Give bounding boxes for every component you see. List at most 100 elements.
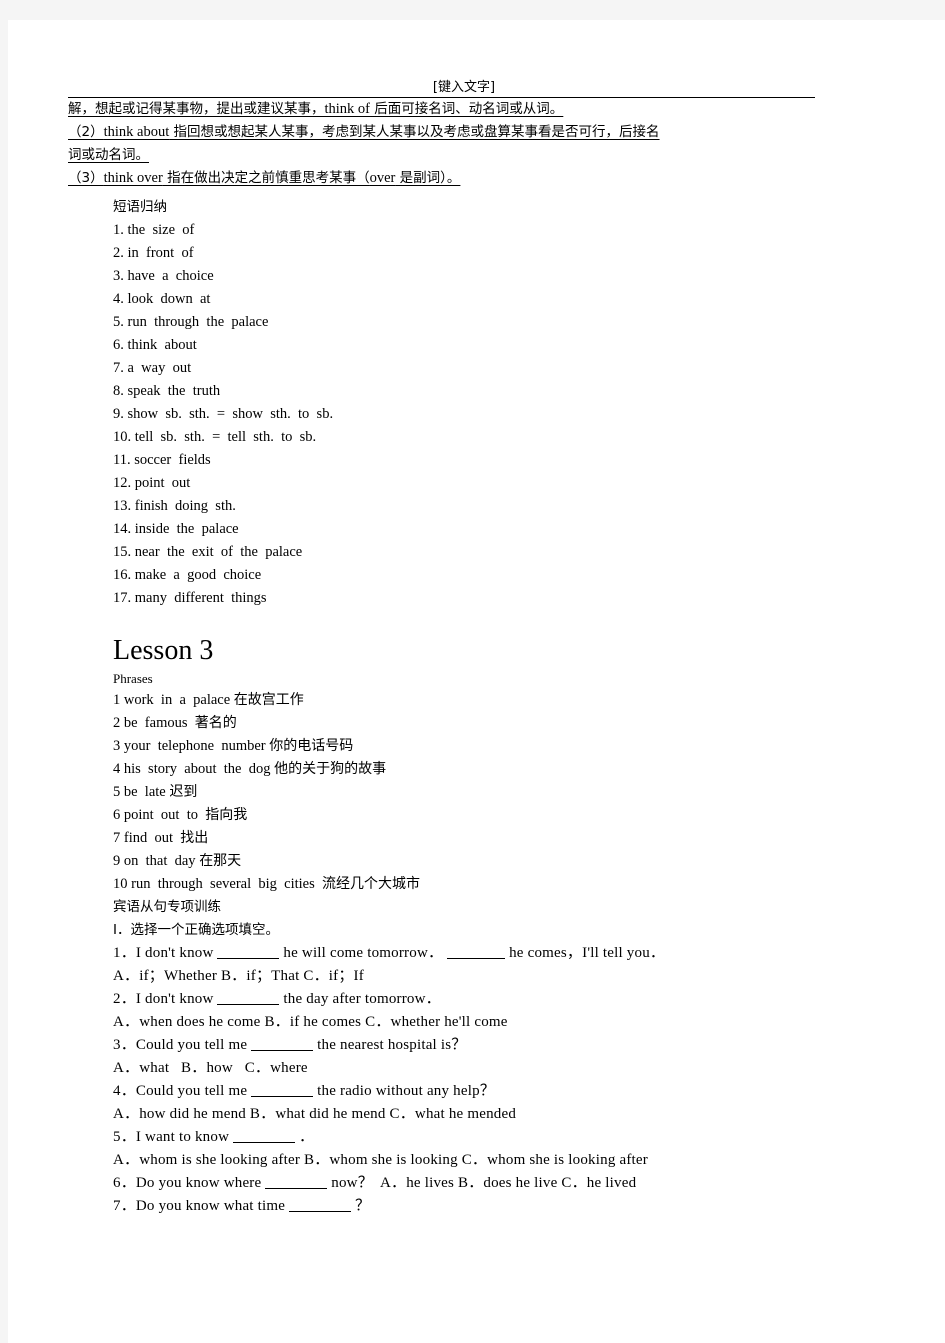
lesson-heading: Lesson 3 xyxy=(113,635,214,666)
phrase-en: 6 point out to xyxy=(113,807,206,823)
phrase-cn: 你的电话号码 xyxy=(269,738,354,754)
question-text: A．whom is she looking after B．whom she i… xyxy=(113,1152,648,1168)
document-page: [键入文字] 解，想起或记得某事物，提出或建议某事，think of 后面可接名… xyxy=(8,20,945,1343)
question-text: 6．Do you know where xyxy=(113,1175,266,1191)
lesson-phrase-list: 1 work in a palace 在故宫工作 2 be famous 著名的 3… xyxy=(113,689,925,896)
answer-blank[interactable] xyxy=(251,1096,314,1097)
question-text: A．what B．how C．where xyxy=(113,1060,308,1076)
question-text-cont: the nearest hospital is？ xyxy=(313,1037,467,1053)
phrase-en: 7 find out xyxy=(113,830,181,846)
note-line1-prefix: 解，想起或记得某事物，提出或建议某事， xyxy=(68,101,325,117)
phrase-item: 1. the size of xyxy=(113,222,195,238)
answer-blank[interactable] xyxy=(447,958,506,959)
phrase-en: 4 his story about the dog xyxy=(113,761,275,777)
question-text: A．if；Whether B．if；That C．if；If xyxy=(113,968,364,984)
note-line4-en2: over xyxy=(369,170,396,186)
phrase-summary-title: 短语归纳 xyxy=(113,199,167,215)
phrase-cn: 迟到 xyxy=(169,784,198,800)
phrase-item: 11. soccer fields xyxy=(113,452,211,468)
question-text-cont: he will come tomorrow． xyxy=(279,945,448,961)
grammar-note-think-over: （3）think over 指在做出决定之前慎重思考某事（over 是副词）。 xyxy=(68,167,925,190)
question-text-cont: ． xyxy=(295,1129,315,1145)
phrase-en: 2 be famous xyxy=(113,715,195,731)
phrase-item: 15. near the exit of the palace xyxy=(113,544,303,560)
grammar-note-think-about: （2）think about 指回想或想起某人某事，考虑到某人某事以及考虑或盘算… xyxy=(68,121,925,167)
note-line1-en: think of xyxy=(324,101,371,117)
phrase-en: 5 be late xyxy=(113,784,170,800)
lesson-phrase-item: 9 on that day 在那天 xyxy=(113,850,925,873)
phrase-en: 10 run through several big cities xyxy=(113,876,322,892)
note-line2-suffix: 指回想或想起某人某事，考虑到某人某事以及考虑或盘算某事看是否可行，后接名 xyxy=(169,124,660,140)
phrase-item: 10. tell sb. sth. = tell sth. to sb. xyxy=(113,429,317,445)
answer-blank[interactable] xyxy=(233,1142,296,1143)
answer-blank[interactable] xyxy=(265,1188,328,1189)
exercise-question: 5．I want to know ． xyxy=(113,1126,925,1149)
phrase-cn: 在那天 xyxy=(199,853,242,869)
lesson-phrase-item: 1 work in a palace 在故宫工作 xyxy=(113,689,925,712)
exercise-options: A．whom is she looking after B．whom she i… xyxy=(113,1149,925,1172)
phrase-item: 6. think about xyxy=(113,337,197,353)
question-text: 7．Do you know what time xyxy=(113,1198,290,1214)
phrase-item: 9. show sb. sth. = show sth. to sb. xyxy=(113,406,334,422)
question-text: 3．Could you tell me xyxy=(113,1037,252,1053)
lesson-phrase-item: 4 his story about the dog 他的关于狗的故事 xyxy=(113,758,925,781)
note-line2-prefix: （2） xyxy=(68,124,104,140)
answer-blank[interactable] xyxy=(251,1050,314,1051)
phrase-cn: 他的关于狗的故事 xyxy=(274,761,387,777)
question-text: A．how did he mend B．what did he mend C．w… xyxy=(113,1106,517,1122)
question-text-cont: he comes，I'll tell you． xyxy=(505,945,666,961)
exercise-list: 1．I don't know he will come tomorrow． he… xyxy=(113,942,925,1218)
phrase-item: 3. have a choice xyxy=(113,268,214,284)
phrase-item: 16. make a good choice xyxy=(113,567,262,583)
phrase-en: 1 work in a palace xyxy=(113,692,234,708)
phrase-cn: 在故宫工作 xyxy=(233,692,304,708)
exercise-question: 2．I don't know the day after tomorrow． xyxy=(113,988,925,1011)
question-text: A．when does he come B．if he comes C．whet… xyxy=(113,1014,508,1030)
exercise-question: 7．Do you know what time ？ xyxy=(113,1195,925,1218)
note-line2-en: think about xyxy=(103,124,170,140)
phrase-en: 9 on that day xyxy=(113,853,200,869)
answer-blank[interactable] xyxy=(217,958,280,959)
phrase-en: 3 your telephone number xyxy=(113,738,270,754)
question-text-cont: the radio without any help？ xyxy=(313,1083,495,1099)
exercise-question: 1．I don't know he will come tomorrow． he… xyxy=(113,942,925,965)
phrase-item: 17. many different things xyxy=(113,590,267,606)
answer-blank[interactable] xyxy=(217,1004,280,1005)
phrase-item: 12. point out xyxy=(113,475,191,491)
phrase-item: 14. inside the palace xyxy=(113,521,239,537)
exercise-options: A．how did he mend B．what did he mend C．w… xyxy=(113,1103,925,1126)
phrase-item: 5. run through the palace xyxy=(113,314,269,330)
lesson-phrase-item: 2 be famous 著名的 xyxy=(113,712,925,735)
exercise-instruction: I．选择一个正确选项填空。 xyxy=(113,922,279,938)
lesson-phrase-item: 5 be late 迟到 xyxy=(113,781,925,804)
note-line4-prefix: （3） xyxy=(68,170,104,186)
lesson-phrase-item: 3 your telephone number 你的电话号码 xyxy=(113,735,925,758)
lesson-phrase-item: 10 run through several big cities 流经几个大城… xyxy=(113,873,925,896)
phrase-cn: 著名的 xyxy=(194,715,237,731)
exercise-options: A．when does he come B．if he comes C．whet… xyxy=(113,1011,925,1034)
exercise-options: A．what B．how C．where xyxy=(113,1057,925,1080)
note-line1-suffix: 后面可接名词、动名词或从词。 xyxy=(370,101,564,117)
phrase-cn: 指向我 xyxy=(205,807,248,823)
note-line3: 词或动名词。 xyxy=(68,147,149,163)
question-text: 4．Could you tell me xyxy=(113,1083,252,1099)
question-text: 2．I don't know xyxy=(113,991,218,1007)
phrase-summary-list: 1. the size of 2. in front of 3. have a ch… xyxy=(113,219,925,610)
exercise-options: A．if；Whether B．if；That C．if；If xyxy=(113,965,925,988)
answer-blank[interactable] xyxy=(289,1211,352,1212)
note-line4-suffix: 是副词）。 xyxy=(395,170,461,186)
phrase-cn: 流经几个大城市 xyxy=(322,876,420,892)
exercise-question: 6．Do you know where now？ A．he lives B．do… xyxy=(113,1172,925,1195)
note-line4-en: think over xyxy=(103,170,163,186)
page-header-placeholder: [键入文字] xyxy=(432,80,496,95)
question-text-cont: ？ xyxy=(351,1198,371,1214)
phrase-cn: 找出 xyxy=(180,830,209,846)
question-text-cont: the day after tomorrow． xyxy=(279,991,441,1007)
phrase-item: 8. speak the truth xyxy=(113,383,221,399)
exercise-question: 3．Could you tell me the nearest hospital… xyxy=(113,1034,925,1057)
question-text: 1．I don't know xyxy=(113,945,218,961)
question-text: 5．I want to know xyxy=(113,1129,234,1145)
question-text-cont: now？ A．he lives B．does he live C．he live… xyxy=(327,1175,637,1191)
phrases-label: Phrases xyxy=(113,671,153,686)
exercise-section-title: 宾语从句专项训练 xyxy=(113,899,221,915)
